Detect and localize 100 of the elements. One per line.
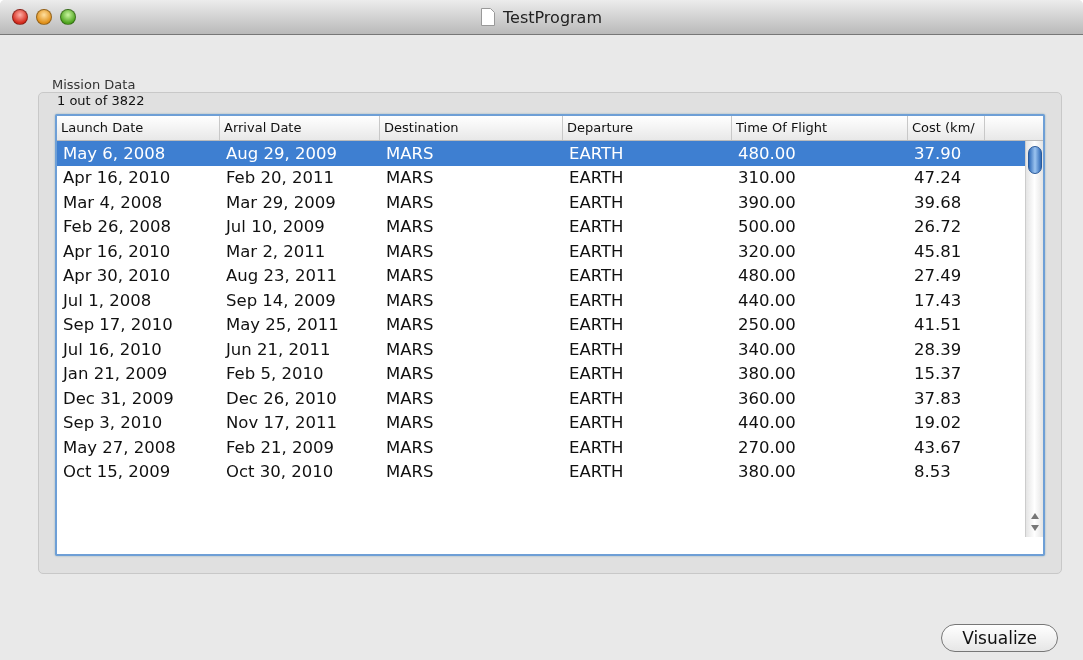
table-cell-text: Oct 30, 2010 [225,462,335,482]
table-cell-text: Aug 23, 2011 [225,266,338,286]
column-header[interactable]: Destination [380,116,563,140]
table-row[interactable]: Oct 15, 2009 Oct 30, 2010 MARS EARTH 380.00 8.53 [57,459,1025,484]
table-cell-text: EARTH [568,266,625,286]
table-cell-text: 480.00 [737,143,797,163]
table-cell-text: MARS [385,266,435,286]
visualize-button[interactable]: Visualize [941,624,1058,652]
table-cell-text: MARS [385,315,435,335]
table-cell-text: May 6, 2008 [62,143,167,163]
table-cell-text: 37.90 [913,143,963,163]
table-cell-text: MARS [385,143,435,163]
table-cell-text: Dec 31, 2009 [62,388,175,408]
table-cell-text: Mar 4, 2008 [62,192,164,212]
column-header[interactable]: Departure [563,116,732,140]
table-row[interactable]: Jul 1, 2008 Sep 14, 2009 MARS EARTH 440.00 17.43 [57,288,1025,313]
column-header[interactable]: Time Of Flight [732,116,908,140]
scroll-thumb[interactable] [1027,146,1042,174]
table-cell-text: Jul 16, 2010 [61,339,163,359]
table-cell-text: 47.24 [913,168,963,188]
scrollbar[interactable] [1025,141,1043,537]
table-cell-text: 28.39 [913,339,963,359]
table-cell-text: 15.37 [913,364,963,384]
table-row[interactable]: May 27, 2008 Feb 21, 2009 MARS EARTH 270.00 43.67 [57,435,1025,460]
close-button[interactable] [12,9,28,25]
table-cell-text: Apr 16, 2010 [62,168,172,188]
table-row[interactable]: Apr 16, 2010 Feb 20, 2011 MARS EARTH 310.00 47.24 [57,165,1025,190]
table-cell-text: 27.49 [913,266,963,286]
record-count: 1 out of 3822 [57,93,145,108]
table-row[interactable]: Sep 3, 2010 Nov 17, 2011 MARS EARTH 440.00 19.02 [57,410,1025,435]
table-cell-text: MARS [385,217,435,237]
table-cell-text: MARS [385,437,435,457]
table-cell-text: MARS [385,290,435,310]
scroll-down-icon[interactable] [1030,525,1039,531]
table-cell-text: 8.53 [913,462,952,482]
table-cell-text: 380.00 [737,364,797,384]
column-header[interactable]: Launch Date [57,116,220,140]
table-cell-text: Sep 17, 2010 [62,315,174,335]
table-cell-text: EARTH [568,413,625,433]
table-cell-text: Mar 2, 2011 [225,241,327,261]
scroll-up-icon[interactable] [1030,513,1039,519]
table-cell-text: Oct 15, 2009 [62,462,172,482]
table-row[interactable]: Apr 16, 2010 Mar 2, 2011 MARS EARTH 320.00 45.81 [57,239,1025,264]
table-cell-text: 270.00 [737,437,797,457]
table-cell-text: Sep 14, 2009 [225,290,337,310]
table-row[interactable]: Dec 31, 2009 Dec 26, 2010 MARS EARTH 360.00 37.83 [57,386,1025,411]
table-cell-text: May 27, 2008 [62,437,177,457]
document-icon [481,8,495,26]
table-cell-text: MARS [385,388,435,408]
table-cell-text: 310.00 [737,168,797,188]
table-cell-text: 39.68 [913,192,963,212]
table-cell-text: MARS [385,168,435,188]
table-cell-text: Aug 29, 2009 [225,143,338,163]
table-cell-text: Apr 30, 2010 [62,266,172,286]
table-cell-text: 440.00 [737,290,797,310]
table-cell-text: MARS [385,364,435,384]
table-cell-text: EARTH [568,339,625,359]
minimize-button[interactable] [36,9,52,25]
table-cell-text: Sep 3, 2010 [62,413,164,433]
table-cell-text: EARTH [568,437,625,457]
table-cell-text: EARTH [568,462,625,482]
table-cell-text: Apr 16, 2010 [62,241,172,261]
table-cell-text: 250.00 [737,315,797,335]
table-row[interactable]: Jul 16, 2010 Jun 21, 2011 MARS EARTH 340.00 28.39 [57,337,1025,362]
table-cell-text: EARTH [568,315,625,335]
table-cell-text: 37.83 [913,388,963,408]
table-cell-text: EARTH [568,217,625,237]
table-row[interactable]: Mar 4, 2008 Mar 29, 2009 MARS EARTH 390.00 39.68 [57,190,1025,215]
zoom-button[interactable] [60,9,76,25]
table-cell-text: MARS [385,241,435,261]
table-cell-text: Dec 26, 2010 [225,388,338,408]
column-header[interactable]: Cost (km/ [908,116,985,140]
table-cell-text: 360.00 [737,388,797,408]
table-cell-text: 320.00 [737,241,797,261]
table-cell-text: Jan 21, 2009 [61,364,169,384]
table-cell-text: May 25, 2011 [225,315,340,335]
table-cell-text: 380.00 [737,462,797,482]
window-title: TestProgram [503,7,602,27]
table-cell-text: 26.72 [913,217,963,237]
column-header[interactable]: Arrival Date [220,116,380,140]
table-cell-text: EARTH [568,290,625,310]
table-cell-text: Feb 20, 2011 [225,168,335,188]
table-cell-text: MARS [385,462,435,482]
table-cell-text: EARTH [568,388,625,408]
table-cell-text: 19.02 [913,413,963,433]
table-row[interactable]: Apr 30, 2010 Aug 23, 2011 MARS EARTH 480.00 27.49 [57,263,1025,288]
table-cell-text: MARS [385,192,435,212]
table-cell-text: Feb 26, 2008 [62,217,172,237]
table-row[interactable]: Feb 26, 2008 Jul 10, 2009 MARS EARTH 500.00 26.72 [57,214,1025,239]
table-cell-text: 43.67 [913,437,963,457]
table-cell-text: Jun 21, 2011 [224,339,332,359]
table-cell-text: 17.43 [913,290,963,310]
table-cell-text: 390.00 [737,192,797,212]
table-row[interactable]: Sep 17, 2010 May 25, 2011 MARS EARTH 250.00 41.51 [57,312,1025,337]
table-cell-text: 500.00 [737,217,797,237]
table-cell-text: Feb 5, 2010 [225,364,325,384]
table-cell-text: EARTH [568,364,625,384]
table-row[interactable]: Jan 21, 2009 Feb 5, 2010 MARS EARTH 380.00 15.37 [57,361,1025,386]
table-row[interactable]: May 6, 2008 Aug 29, 2009 MARS EARTH 480.00 37.90 [57,141,1025,166]
table-cell-text: EARTH [568,241,625,261]
